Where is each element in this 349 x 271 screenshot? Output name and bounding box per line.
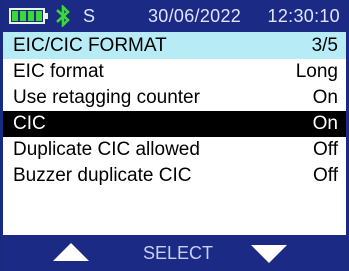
menu-item-value: Off	[313, 165, 338, 186]
screen-frame: S 30/06/2022 12:30:10 EIC/CIC FORMAT 3/5…	[0, 0, 349, 271]
menu-item-duplicate-cic-allowed[interactable]: Duplicate CIC allowed Off	[3, 137, 346, 163]
battery-cell	[12, 11, 18, 21]
bluetooth-icon	[56, 5, 70, 27]
settings-menu: EIC/CIC FORMAT 3/5 EIC format Long Use r…	[3, 32, 346, 189]
menu-item-label: Buzzer duplicate CIC	[13, 165, 192, 186]
triangle-up-icon[interactable]	[53, 243, 89, 261]
menu-header: EIC/CIC FORMAT 3/5	[3, 32, 346, 59]
battery-cell	[36, 11, 42, 21]
signal-label: S	[83, 6, 96, 26]
menu-item-value: Long	[295, 61, 338, 82]
menu-item-label: Duplicate CIC allowed	[13, 139, 200, 160]
battery-cell	[28, 11, 34, 21]
battery-cell	[20, 11, 26, 21]
status-date: 30/06/2022	[148, 6, 242, 26]
menu-item-value: On	[312, 113, 338, 134]
menu-item-buzzer-duplicate-cic[interactable]: Buzzer duplicate CIC Off	[3, 163, 346, 189]
menu-item-cic[interactable]: CIC On	[3, 111, 346, 137]
soft-key-bar: SELECT	[3, 235, 346, 271]
menu-item-label: Use retagging counter	[13, 87, 200, 108]
menu-page-indicator: 3/5	[311, 35, 338, 56]
device-screen: S 30/06/2022 12:30:10 EIC/CIC FORMAT 3/5…	[0, 0, 349, 271]
battery-full-icon	[9, 8, 45, 24]
menu-title: EIC/CIC FORMAT	[13, 35, 167, 56]
menu-item-label: EIC format	[13, 61, 104, 82]
battery-tip	[45, 13, 48, 19]
status-time: 12:30:10	[267, 6, 340, 26]
select-button[interactable]: SELECT	[143, 241, 213, 265]
menu-item-eic-format[interactable]: EIC format Long	[3, 59, 346, 85]
menu-item-use-retagging-counter[interactable]: Use retagging counter On	[3, 85, 346, 111]
status-bar: S 30/06/2022 12:30:10	[3, 0, 346, 32]
menu-item-value: On	[312, 87, 338, 108]
triangle-down-icon[interactable]	[251, 245, 287, 263]
menu-item-value: Off	[313, 139, 338, 160]
menu-item-label: CIC	[13, 113, 46, 134]
